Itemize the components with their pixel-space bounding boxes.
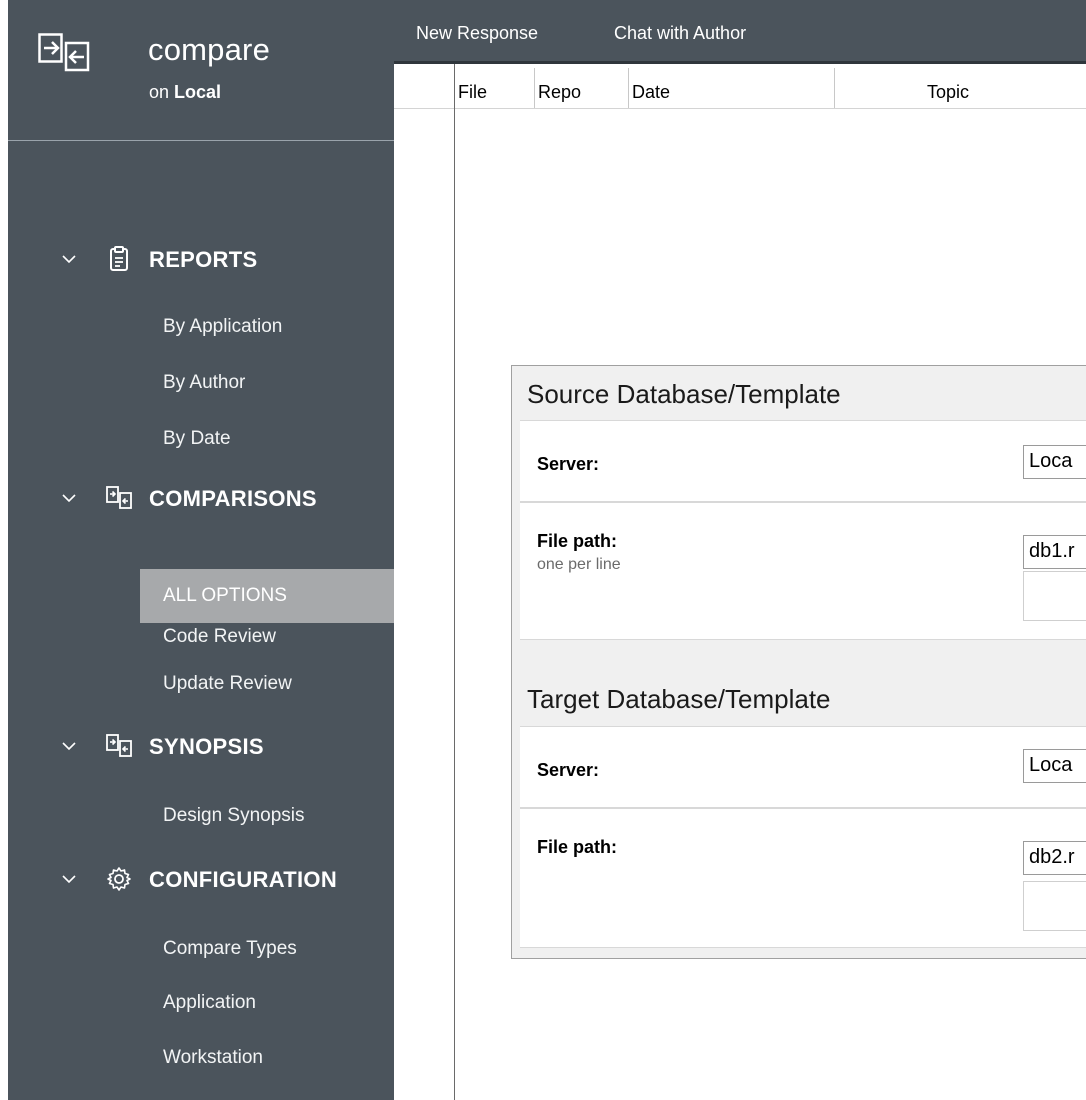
nav-item-label: Update Review <box>163 673 292 694</box>
column-header-repo[interactable]: Repo <box>538 82 581 103</box>
nav-item-application[interactable]: Application <box>140 976 394 1030</box>
section-label: SYNOPSIS <box>149 734 264 759</box>
sidebar: compare on Local REPORTS By Application … <box>0 0 394 1100</box>
column-header-date[interactable]: Date <box>632 82 670 103</box>
nav-item-label: Code Review <box>163 626 276 647</box>
nav-item-by-date[interactable]: By Date <box>140 412 394 466</box>
nav-item-by-application[interactable]: By Application <box>140 300 394 354</box>
column-separator[interactable] <box>534 68 535 108</box>
chevron-down-icon[interactable] <box>60 250 78 268</box>
chevron-down-icon[interactable] <box>60 489 78 507</box>
section-reports[interactable]: REPORTS <box>8 240 394 280</box>
source-filepath-input[interactable]: db1.r <box>1023 535 1086 569</box>
section-comparisons[interactable]: COMPARISONS <box>8 479 394 519</box>
source-section-title: Source Database/Template <box>527 379 841 409</box>
chat-with-author-button[interactable]: Chat with Author <box>614 23 746 44</box>
target-filepath-row: File path: db2.r <box>520 808 1086 948</box>
source-server-row: Server: Loca <box>520 420 1086 502</box>
section-label: REPORTS <box>149 247 258 272</box>
nav-item-update-review[interactable]: Update Review <box>140 657 394 711</box>
chevron-down-icon[interactable] <box>60 870 78 888</box>
gear-icon <box>107 867 131 891</box>
column-header-topic[interactable]: Topic <box>927 82 969 103</box>
window-edge <box>0 0 8 1100</box>
section-label: COMPARISONS <box>149 486 317 511</box>
column-separator[interactable] <box>628 68 629 108</box>
source-server-input[interactable]: Loca <box>1023 445 1086 479</box>
clipboard-icon <box>110 246 128 271</box>
target-server-input[interactable]: Loca <box>1023 749 1086 783</box>
grid-row-header-border <box>454 64 455 1100</box>
target-server-row: Server: Loca <box>520 726 1086 808</box>
new-response-button[interactable]: New Response <box>416 23 538 44</box>
target-server-label: Server: <box>537 760 600 780</box>
app-brand: compare on Local <box>8 0 394 140</box>
subtitle-target: Local <box>174 82 222 102</box>
nav-item-label: By Date <box>163 428 231 449</box>
compare-icon <box>106 486 132 509</box>
options-panel: Source Database/Template Server: Loca Fi… <box>511 365 1086 959</box>
subtitle-prefix: on <box>149 82 170 102</box>
app-title: compare <box>148 32 271 67</box>
target-filepath-label: File path: <box>537 837 617 857</box>
nav-item-label: Application <box>163 992 256 1013</box>
source-server-label: Server: <box>537 454 600 474</box>
column-header-file[interactable]: File <box>458 82 487 103</box>
app-subtitle: on Local <box>149 82 221 103</box>
nav-item-label: By Application <box>163 316 283 337</box>
nav-item-label: Design Synopsis <box>163 805 305 826</box>
nav-item-by-author[interactable]: By Author <box>140 356 394 410</box>
target-filepath-input[interactable]: db2.r <box>1023 841 1086 875</box>
source-filepath-label: File path: <box>537 531 617 551</box>
compare-logo-icon <box>38 33 90 72</box>
chevron-down-icon[interactable] <box>60 737 78 755</box>
nav-item-workstation[interactable]: Workstation <box>140 1031 394 1085</box>
nav-item-label: Compare Types <box>163 938 297 959</box>
target-section-title: Target Database/Template <box>527 684 831 714</box>
nav-item-code-review[interactable]: Code Review <box>140 600 394 654</box>
target-filepath-extra-input[interactable] <box>1023 881 1086 931</box>
source-filepath-row: File path: one per line db1.r <box>520 502 1086 640</box>
nav-item-design-synopsis[interactable]: Design Synopsis <box>140 789 394 843</box>
nav-item-label: Workstation <box>163 1047 263 1068</box>
brand-divider <box>8 140 394 141</box>
source-filepath-hint: one per line <box>537 556 621 573</box>
source-filepath-extra-input[interactable] <box>1023 571 1086 621</box>
section-configuration[interactable]: CONFIGURATION <box>8 860 394 900</box>
compare-icon <box>106 734 132 757</box>
nav-item-compare-types[interactable]: Compare Types <box>140 922 394 976</box>
grid-header: File Repo Date Topic <box>394 64 1086 109</box>
nav-item-label: By Author <box>163 372 246 393</box>
column-separator[interactable] <box>834 68 835 108</box>
section-label: CONFIGURATION <box>149 867 338 892</box>
action-bar: New Response Chat with Author <box>394 0 1086 64</box>
section-synopsis[interactable]: SYNOPSIS <box>8 727 394 767</box>
